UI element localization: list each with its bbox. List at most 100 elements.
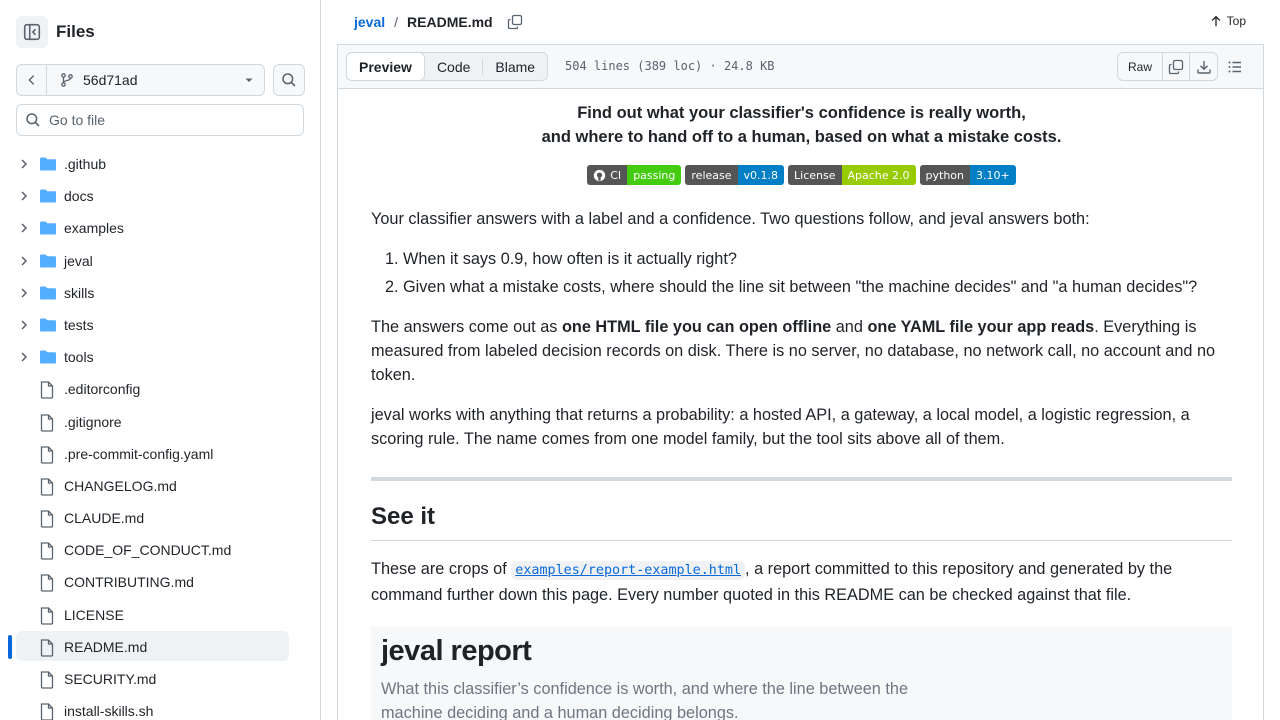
tree-item-label: .editorconfig — [64, 381, 141, 398]
badge-value: v0.1.8 — [737, 165, 785, 185]
search-icon — [282, 73, 296, 87]
collapse-sidebar-button[interactable] — [16, 16, 48, 48]
report-title: jeval report — [381, 635, 532, 667]
tree-item-github[interactable]: .github — [0, 148, 321, 180]
tree-item-contributing[interactable]: CONTRIBUTING.md — [0, 566, 321, 598]
branch-back-button[interactable] — [17, 65, 47, 95]
tree-item-tools[interactable]: tools — [0, 341, 321, 373]
list-number: 2. — [385, 278, 399, 296]
intro-paragraph: Your classifier answers with a label and… — [371, 210, 1090, 228]
tree-item-label: CHANGELOG.md — [64, 477, 177, 494]
badge-row: CI passing release v0.1.8 License Apache… — [338, 165, 1263, 185]
text-run: These are crops of — [371, 560, 512, 578]
badge-label: CI — [587, 165, 628, 185]
tree-item-gitignore[interactable]: .gitignore — [0, 406, 321, 438]
release-badge[interactable]: release v0.1.8 — [685, 165, 785, 185]
go-to-file-field[interactable] — [16, 104, 304, 136]
tree-item-examples[interactable]: examples — [0, 212, 321, 244]
file-tree-sidebar: Files 56d71ad .github docs examples jeva… — [0, 0, 321, 720]
readme-content: Find out what your classifier's confiden… — [337, 89, 1264, 720]
tree-item-label: examples — [64, 220, 124, 237]
file-icon — [40, 478, 54, 496]
file-icon — [40, 671, 54, 689]
tree-item-label: CONTRIBUTING.md — [64, 574, 194, 591]
git-branch-icon — [61, 73, 73, 87]
report-file-link[interactable]: examples/report-example.html — [511, 561, 746, 580]
bold-text: one YAML file your app reads — [867, 318, 1095, 336]
tree-item-code-of-conduct[interactable]: CODE_OF_CONDUCT.md — [0, 534, 321, 566]
file-icon — [40, 446, 54, 464]
branch-picker: 56d71ad — [16, 64, 265, 96]
chevron-right-icon — [21, 223, 28, 233]
outline-button[interactable] — [1227, 59, 1243, 78]
badge-value: Apache 2.0 — [841, 165, 916, 185]
file-toolbar: Preview Code Blame 504 lines (389 loc) ·… — [337, 45, 1264, 89]
chevron-left-icon — [27, 75, 34, 85]
branch-dropdown[interactable] — [234, 74, 264, 86]
crops-paragraph: These are crops of examples/report-examp… — [371, 557, 1232, 607]
tree-item-readme[interactable]: README.md — [0, 630, 321, 663]
tree-item-jeval[interactable]: jeval — [0, 245, 321, 277]
folder-icon — [40, 318, 56, 332]
text-run: The answers come out as — [371, 318, 562, 336]
download-button[interactable] — [1190, 53, 1217, 80]
copy-path-button[interactable] — [507, 14, 523, 30]
branch-row: 56d71ad — [16, 64, 305, 96]
tree-item-label: CODE_OF_CONDUCT.md — [64, 542, 232, 559]
tree-item-security[interactable]: SECURITY.md — [0, 663, 321, 695]
badge-label: License — [788, 165, 842, 185]
folder-icon — [40, 254, 56, 268]
python-badge[interactable]: python 3.10+ — [919, 165, 1016, 185]
breadcrumb-separator: / — [394, 14, 399, 30]
tree-item-tests[interactable]: tests — [0, 309, 321, 341]
download-icon — [1196, 60, 1211, 74]
top-link-label: Top — [1226, 14, 1246, 28]
tree-item-docs[interactable]: docs — [0, 180, 321, 212]
license-badge[interactable]: License Apache 2.0 — [788, 165, 916, 185]
folder-icon — [40, 221, 56, 235]
tree-item-label: SECURITY.md — [64, 671, 157, 687]
tree-item-claude[interactable]: CLAUDE.md — [0, 502, 321, 534]
tree-item-install-skills[interactable]: install-skills.sh — [0, 695, 321, 720]
breadcrumb: jeval / README.md Top — [337, 0, 1264, 45]
tab-blame[interactable]: Blame — [483, 53, 547, 80]
sidebar-title: Files — [56, 22, 95, 41]
tree-item-skills[interactable]: skills — [0, 277, 321, 309]
tree-item-label: LICENSE — [64, 606, 124, 623]
tree-item-license[interactable]: LICENSE — [0, 599, 321, 631]
search-button[interactable] — [273, 64, 305, 96]
tab-code[interactable]: Code — [425, 53, 482, 80]
copy-icon — [507, 14, 522, 30]
bold-text: one HTML file you can open offline — [561, 318, 832, 336]
report-crop-image: jeval report What this classifier’s conf… — [371, 627, 1232, 720]
chevron-right-icon — [21, 191, 28, 201]
list-number: 1. — [385, 250, 399, 268]
top-link[interactable]: Top — [1209, 14, 1246, 28]
tab-preview[interactable]: Preview — [346, 52, 425, 81]
github-icon — [594, 169, 606, 181]
raw-button[interactable]: Raw — [1118, 53, 1164, 80]
tree-item-editorconfig[interactable]: .editorconfig — [0, 373, 321, 405]
tree-item-label: skills — [64, 284, 95, 301]
tagline-line: and where to hand off to a human, based … — [541, 128, 1062, 146]
file-icon — [40, 381, 54, 399]
file-info: 504 lines (389 loc) · 24.8 KB — [565, 59, 775, 73]
tree-item-pre-commit-config[interactable]: .pre-commit-config.yaml — [0, 438, 321, 470]
go-to-file-input[interactable] — [49, 112, 289, 128]
tree-item-changelog[interactable]: CHANGELOG.md — [0, 470, 321, 502]
tree-item-label: tests — [64, 316, 94, 333]
tagline-line: Find out what your classifier's confiden… — [577, 104, 1026, 122]
chevron-right-icon — [21, 288, 28, 298]
tree-item-label: CLAUDE.md — [64, 510, 145, 527]
breadcrumb-repo-link[interactable]: jeval — [354, 14, 385, 30]
search-icon — [26, 113, 40, 127]
answers-paragraph: The answers come out as one HTML file yo… — [371, 315, 1232, 387]
badge-label: python — [919, 165, 971, 185]
branch-name: 56d71ad — [83, 72, 138, 88]
branch-select-button[interactable]: 56d71ad — [47, 72, 234, 88]
badge-label: release — [685, 165, 738, 185]
ci-badge[interactable]: CI passing — [587, 165, 682, 185]
tree-item-label: .gitignore — [64, 413, 122, 430]
copy-raw-button[interactable] — [1163, 53, 1191, 80]
arrow-up-icon — [1211, 15, 1221, 27]
